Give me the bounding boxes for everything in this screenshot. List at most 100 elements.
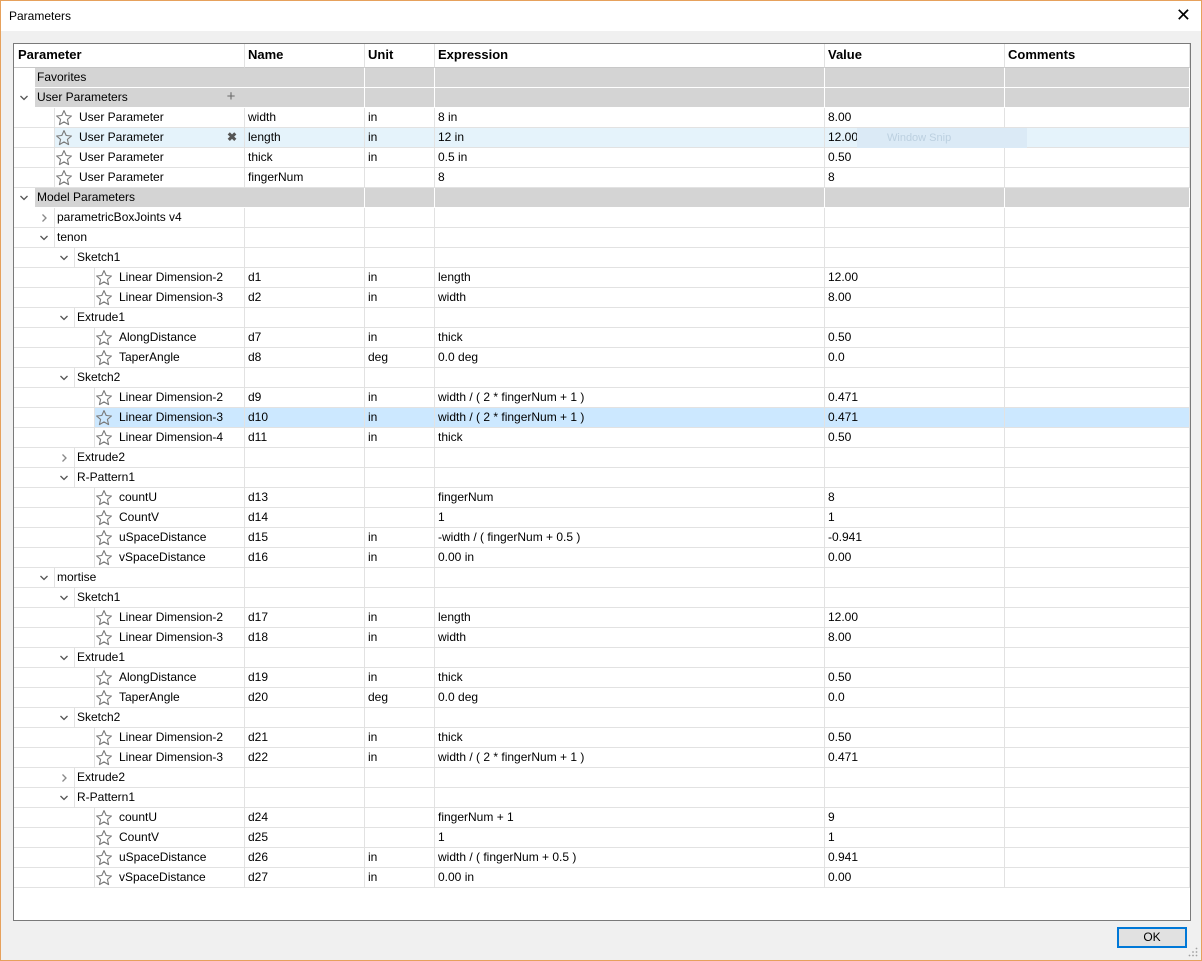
unit-cell[interactable] (365, 468, 435, 488)
parameter-cell[interactable]: Linear Dimension-2 (14, 388, 245, 408)
favorite-star-icon[interactable] (95, 809, 113, 827)
name-cell[interactable]: d22 (245, 748, 365, 768)
unit-cell[interactable] (365, 828, 435, 848)
comments-cell[interactable] (1005, 748, 1190, 768)
comments-cell[interactable] (1005, 148, 1190, 168)
value-cell[interactable]: 1 (825, 508, 1005, 528)
value-cell[interactable]: 12.00 (825, 608, 1005, 628)
unit-cell[interactable] (365, 248, 435, 268)
name-cell[interactable]: d2 (245, 288, 365, 308)
unit-cell[interactable] (365, 808, 435, 828)
name-cell[interactable] (245, 768, 365, 788)
expression-cell[interactable] (435, 368, 825, 388)
parameter-cell[interactable]: parametricBoxJoints v4 (14, 208, 245, 228)
name-cell[interactable]: d14 (245, 508, 365, 528)
favorite-star-icon[interactable] (95, 289, 113, 307)
unit-cell[interactable]: in (365, 428, 435, 448)
unit-cell[interactable] (365, 568, 435, 588)
chevron-down-icon[interactable] (56, 248, 72, 267)
parameter-cell[interactable]: mortise (14, 568, 245, 588)
comments-cell[interactable] (1005, 448, 1190, 468)
comments-cell[interactable] (1005, 288, 1190, 308)
unit-cell[interactable]: in (365, 548, 435, 568)
parameter-cell[interactable]: countU (14, 808, 245, 828)
favorite-star-icon[interactable] (95, 729, 113, 747)
name-cell[interactable] (245, 68, 365, 88)
chevron-down-icon[interactable] (56, 648, 72, 667)
expression-cell[interactable]: thick (435, 728, 825, 748)
unit-cell[interactable] (365, 768, 435, 788)
chevron-right-icon[interactable] (56, 448, 72, 467)
name-cell[interactable] (245, 468, 365, 488)
expression-cell[interactable] (435, 468, 825, 488)
value-cell[interactable] (825, 588, 1005, 608)
value-cell[interactable] (825, 208, 1005, 228)
parameter-cell[interactable]: tenon (14, 228, 245, 248)
parameter-cell[interactable]: CountV (14, 508, 245, 528)
expression-cell[interactable]: width / ( 2 * fingerNum + 1 ) (435, 408, 825, 428)
column-header-value[interactable]: Value (825, 44, 1005, 68)
feature-row[interactable]: Sketch2 (14, 708, 1190, 728)
name-cell[interactable]: d26 (245, 848, 365, 868)
name-cell[interactable] (245, 308, 365, 328)
expression-cell[interactable] (435, 88, 825, 108)
unit-cell[interactable] (365, 708, 435, 728)
chevron-down-icon[interactable] (56, 368, 72, 387)
parameter-cell[interactable]: Linear Dimension-4 (14, 428, 245, 448)
parameter-cell[interactable]: vSpaceDistance (14, 548, 245, 568)
expression-cell[interactable]: 8 in (435, 108, 825, 128)
unit-cell[interactable]: in (365, 388, 435, 408)
expression-cell[interactable] (435, 708, 825, 728)
section-favorites[interactable]: Favorites (14, 68, 1190, 88)
feature-row[interactable]: R-Pattern1 (14, 468, 1190, 488)
name-cell[interactable]: d13 (245, 488, 365, 508)
unit-cell[interactable]: in (365, 668, 435, 688)
value-cell[interactable] (825, 648, 1005, 668)
name-cell[interactable] (245, 228, 365, 248)
value-cell[interactable]: 0.471 (825, 408, 1005, 428)
name-cell[interactable]: d27 (245, 868, 365, 888)
model-parameter-row[interactable]: CountV d25 1 1 (14, 828, 1190, 848)
comments-cell[interactable] (1005, 508, 1190, 528)
chevron-down-icon[interactable] (16, 88, 32, 107)
expression-cell[interactable] (435, 768, 825, 788)
name-cell[interactable] (245, 568, 365, 588)
model-parameter-row[interactable]: Linear Dimension-2 d21 in thick 0.50 (14, 728, 1190, 748)
expression-cell[interactable]: 8 (435, 168, 825, 188)
expression-cell[interactable]: 12 in (435, 128, 825, 148)
expression-cell[interactable] (435, 68, 825, 88)
parameter-cell[interactable]: Sketch2 (14, 368, 245, 388)
close-icon[interactable]: ✕ (1176, 4, 1191, 26)
parameter-cell[interactable]: User Parameter ✖ (14, 128, 245, 148)
add-parameter-icon[interactable]: + (224, 88, 238, 107)
unit-cell[interactable]: in (365, 268, 435, 288)
parameter-cell[interactable]: R-Pattern1 (14, 468, 245, 488)
model-parameter-row[interactable]: uSpaceDistance d26 in width / ( fingerNum +… (14, 848, 1190, 868)
value-cell[interactable] (825, 248, 1005, 268)
unit-cell[interactable] (365, 168, 435, 188)
favorite-star-icon[interactable] (95, 749, 113, 767)
expression-cell[interactable] (435, 588, 825, 608)
comments-cell[interactable] (1005, 128, 1190, 148)
feature-row[interactable]: Extrude2 (14, 768, 1190, 788)
comments-cell[interactable] (1005, 668, 1190, 688)
parameter-cell[interactable]: Sketch1 (14, 588, 245, 608)
name-cell[interactable] (245, 448, 365, 468)
expression-cell[interactable]: width / ( 2 * fingerNum + 1 ) (435, 748, 825, 768)
component-row[interactable]: parametricBoxJoints v4 (14, 208, 1190, 228)
chevron-down-icon[interactable] (56, 788, 72, 807)
comments-cell[interactable] (1005, 88, 1190, 108)
model-parameter-row[interactable]: Linear Dimension-2 d1 in length 12.00 (14, 268, 1190, 288)
name-cell[interactable]: d19 (245, 668, 365, 688)
expression-cell[interactable]: length (435, 608, 825, 628)
value-cell[interactable]: 0.50 (825, 428, 1005, 448)
comments-cell[interactable] (1005, 108, 1190, 128)
user-parameter-row[interactable]: User Parameter thick in 0.5 in 0.50 (14, 148, 1190, 168)
model-parameter-row[interactable]: TaperAngle d8 deg 0.0 deg 0.0 (14, 348, 1190, 368)
comments-cell[interactable] (1005, 708, 1190, 728)
parameter-cell[interactable]: Linear Dimension-3 (14, 628, 245, 648)
name-cell[interactable]: d10 (245, 408, 365, 428)
unit-cell[interactable] (365, 448, 435, 468)
parameter-cell[interactable]: Extrude2 (14, 768, 245, 788)
expression-cell[interactable]: length (435, 268, 825, 288)
